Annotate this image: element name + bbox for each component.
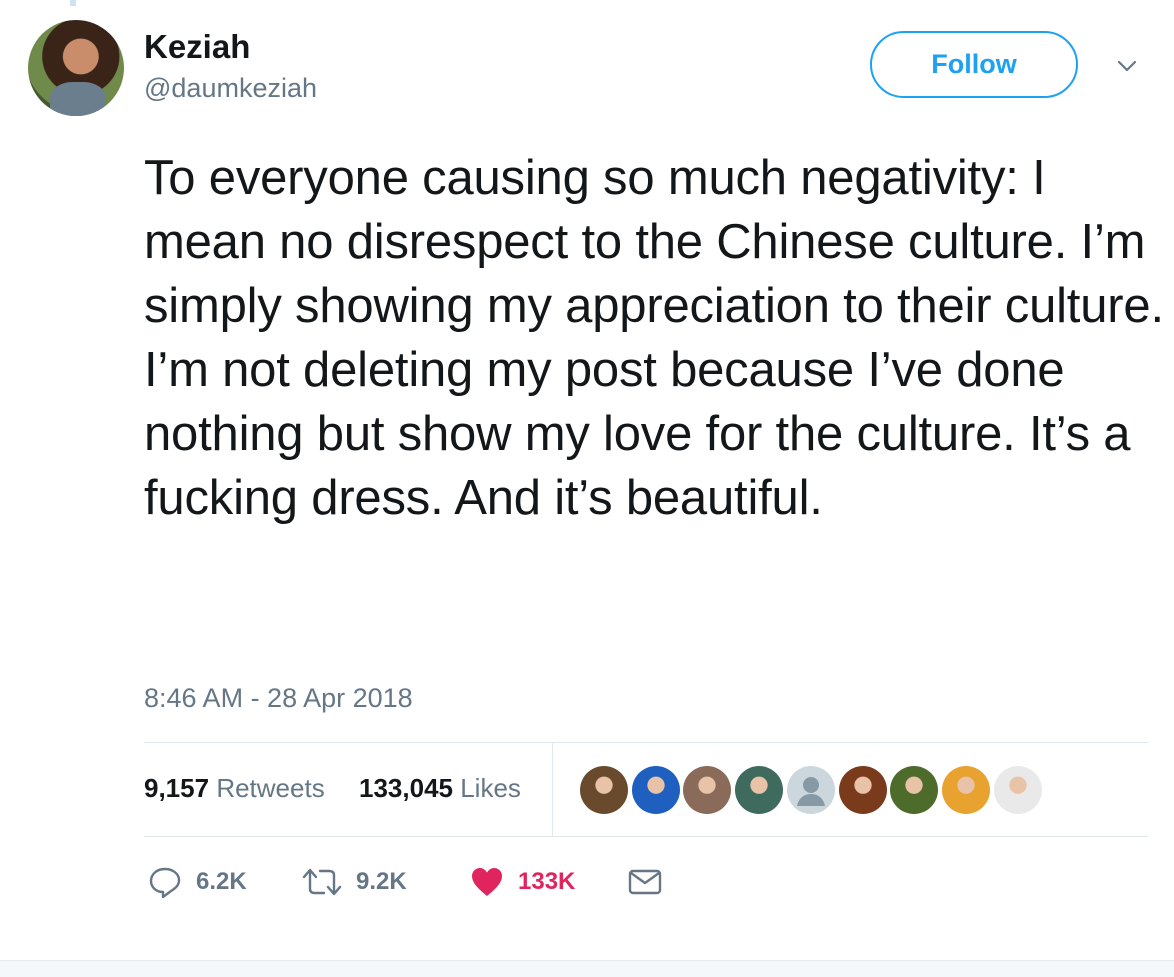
author-name[interactable]: Keziah	[144, 28, 250, 66]
retweets-count: 9,157	[144, 773, 210, 803]
liker-avatar[interactable]	[890, 766, 939, 814]
stats-vertical-divider	[552, 743, 553, 836]
liker-default-avatar[interactable]	[786, 766, 835, 814]
liker-avatar[interactable]	[735, 766, 784, 814]
liker-avatar[interactable]	[941, 766, 990, 814]
liker-avatar[interactable]	[580, 766, 628, 814]
retweets-stat[interactable]: 9,157 Retweets	[144, 773, 325, 804]
tweet-timestamp[interactable]: 8:46 AM - 28 Apr 2018	[144, 683, 413, 714]
reply-icon	[149, 867, 181, 899]
retweet-icon	[302, 868, 342, 896]
likes-label: Likes	[460, 773, 521, 803]
likes-count: 133,045	[359, 773, 453, 803]
liker-avatar[interactable]	[838, 766, 887, 814]
tweet-text: To everyone causing so much negativity: …	[144, 151, 1164, 525]
retweet-button[interactable]: 9.2K	[302, 862, 407, 902]
like-button[interactable]: 133K	[470, 862, 575, 902]
author-handle[interactable]: @daumkeziah	[144, 73, 317, 104]
envelope-icon	[628, 869, 662, 895]
divider-bottom	[144, 836, 1148, 837]
liker-avatar[interactable]	[683, 766, 732, 814]
chevron-down-icon[interactable]	[1117, 58, 1137, 74]
heart-icon	[472, 868, 502, 896]
default-avatar-icon	[796, 777, 825, 806]
liker-avatar[interactable]	[631, 766, 680, 814]
author-avatar[interactable]	[28, 20, 124, 116]
reply-count: 6.2K	[196, 868, 247, 895]
top-edge-mark	[70, 0, 76, 6]
direct-message-button[interactable]	[628, 862, 662, 902]
avatar-shoulder	[50, 82, 106, 116]
reply-button[interactable]: 6.2K	[148, 862, 247, 902]
retweet-count: 9.2K	[356, 868, 407, 895]
follow-button[interactable]: Follow	[870, 31, 1078, 98]
footer-band	[0, 960, 1174, 977]
liker-avatar[interactable]	[993, 766, 1042, 814]
divider-top	[144, 742, 1148, 743]
likes-stat[interactable]: 133,045 Likes	[359, 773, 521, 804]
like-count: 133K	[518, 868, 576, 895]
retweets-label: Retweets	[216, 773, 325, 803]
